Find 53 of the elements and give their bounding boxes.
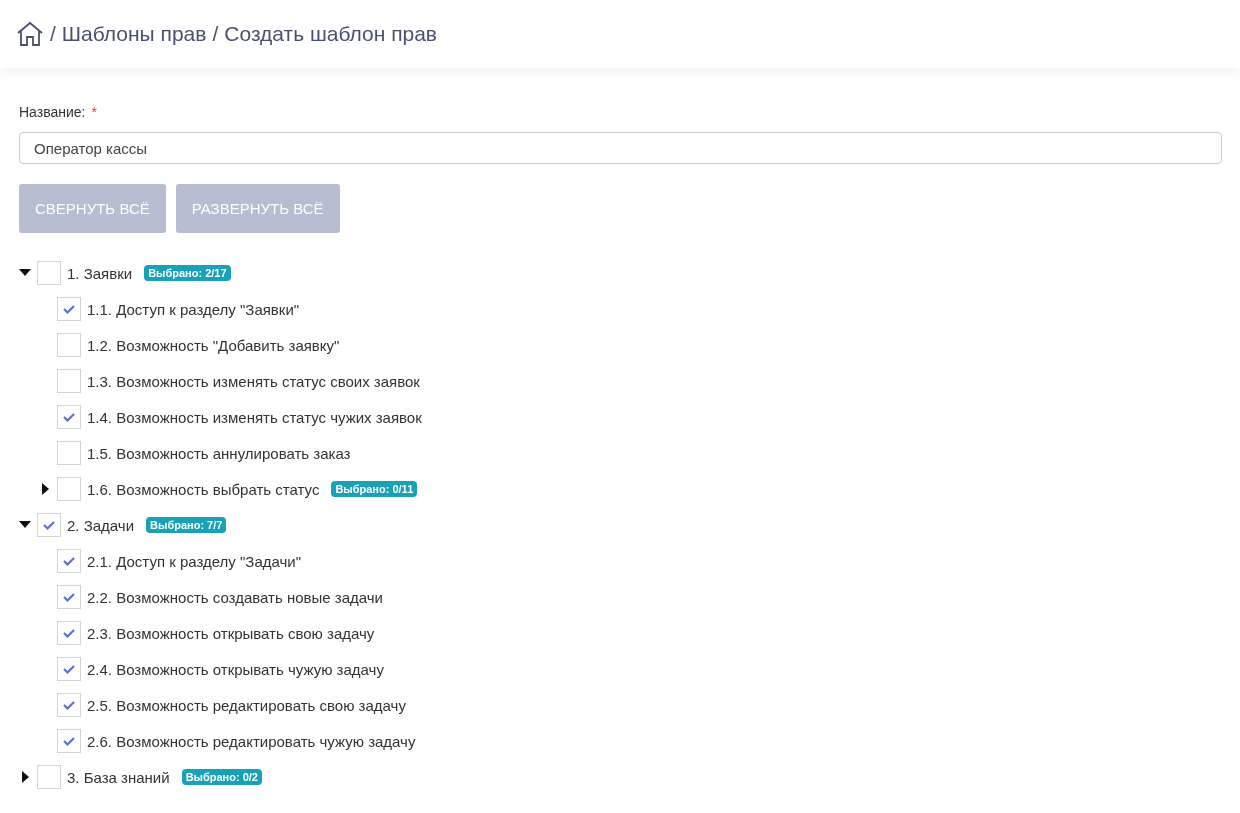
checkbox[interactable]	[57, 549, 81, 573]
check-icon	[42, 519, 56, 531]
check-icon	[62, 555, 76, 567]
checkbox[interactable]	[57, 369, 81, 393]
selected-count-badge: Выбрано: 2/17	[144, 265, 231, 281]
permission-label: 1.4. Возможность изменять статус чужих заявок	[87, 408, 422, 426]
checkbox[interactable]	[57, 441, 81, 465]
check-icon	[62, 591, 76, 603]
check-icon	[62, 699, 76, 711]
check-icon	[62, 663, 76, 675]
permission-label: 2.2. Возможность создавать новые задачи	[87, 588, 383, 606]
breadcrumb-item[interactable]: Шаблоны прав	[61, 22, 207, 46]
checkbox[interactable]	[37, 513, 61, 537]
name-input-field[interactable]: Оператор кассы	[19, 132, 1222, 164]
breadcrumb-separator: /	[212, 22, 219, 46]
checkbox[interactable]	[57, 477, 81, 501]
permission-label: 2.4. Возможность открывать чужую задачу	[87, 660, 384, 678]
permission-label: 1.2. Возможность "Добавить заявку"	[87, 336, 340, 354]
permission-label: 2.5. Возможность редактировать свою задачу	[87, 696, 406, 714]
selected-count-badge: Выбрано: 0/11	[331, 481, 418, 497]
permission-label: 2.1. Доступ к разделу "Задачи"	[87, 552, 301, 570]
permission-label: 3. База знаний	[67, 768, 170, 786]
checkbox[interactable]	[57, 621, 81, 645]
checkbox[interactable]	[57, 333, 81, 357]
checkbox[interactable]	[57, 405, 81, 429]
check-icon	[62, 303, 76, 315]
home-icon[interactable]	[16, 21, 44, 47]
permission-label: 2. Задачи	[67, 516, 135, 534]
checkbox[interactable]	[57, 729, 81, 753]
permission-label: 1.1. Доступ к разделу "Заявки"	[87, 300, 300, 318]
permission-label: 1.6. Возможность выбрать статус	[87, 480, 320, 498]
checkbox[interactable]	[37, 261, 61, 285]
permission-label: 2.6. Возможность редактировать чужую задачу	[87, 732, 416, 750]
check-icon	[62, 627, 76, 639]
permission-label: 2.3. Возможность открывать свою задачу	[87, 624, 375, 642]
permission-label: 1. Заявки	[67, 264, 133, 282]
check-icon	[62, 411, 76, 423]
checkbox[interactable]	[57, 693, 81, 717]
selected-count-badge: Выбрано: 7/7	[146, 517, 227, 533]
permission-label: 1.5. Возможность аннулировать заказ	[87, 444, 351, 462]
checkbox[interactable]	[57, 297, 81, 321]
checkbox[interactable]	[57, 585, 81, 609]
checkbox[interactable]	[37, 765, 61, 789]
selected-count-badge: Выбрано: 0/2	[181, 769, 262, 785]
permission-label: 1.3. Возможность изменять статус своих заявок	[87, 372, 420, 390]
check-icon	[62, 735, 76, 747]
caret-right-icon[interactable]	[19, 771, 31, 783]
breadcrumb-item: Создать шаблон прав	[224, 22, 438, 46]
breadcrumb-separator: /	[50, 22, 56, 46]
required-mark: *	[91, 104, 97, 120]
field-label: Название:	[19, 104, 86, 120]
checkbox[interactable]	[57, 657, 81, 681]
caret-right-icon[interactable]	[39, 483, 51, 495]
